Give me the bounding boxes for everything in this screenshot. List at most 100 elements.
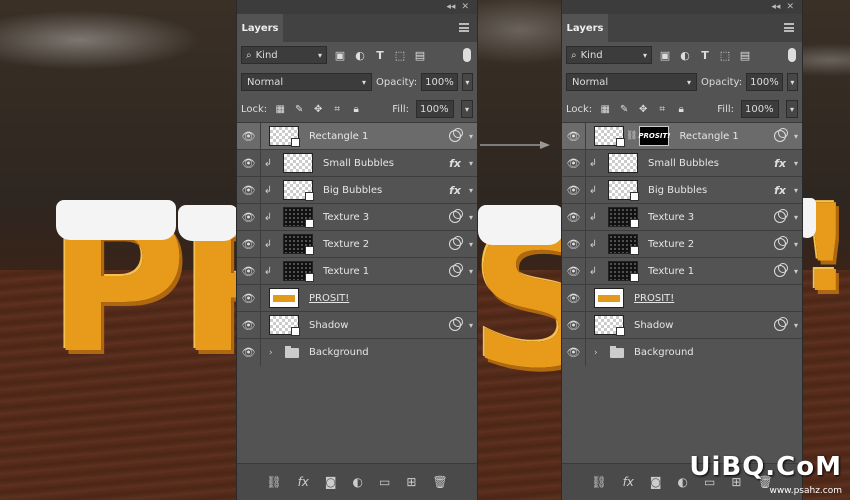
smart-filter-icon[interactable] [774,317,788,331]
blend-mode-select[interactable]: Normal ▾ [241,73,372,91]
expand-caret-icon[interactable]: ▾ [469,267,473,276]
layer-row-texture-3[interactable]: 👁︎ ↲ Texture 3 ▾ [237,203,477,231]
expand-caret-icon[interactable]: ▾ [794,159,798,168]
adjustment-filter-icon[interactable]: ◐ [353,48,367,62]
layer-name[interactable]: Background [309,347,369,358]
fx-icon[interactable]: fx [449,184,461,197]
collapse-icon[interactable]: ◂◂ [771,2,780,12]
smart-filter-icon[interactable] [774,209,788,223]
layer-name[interactable]: Shadow [309,320,348,331]
visibility-eye-icon[interactable]: 👁︎ [562,230,586,258]
layer-row-small-bubbles[interactable]: 👁︎ ↲ Small Bubbles fx ▾ [562,149,802,177]
layer-style-fx-icon[interactable]: fx [298,475,309,489]
layer-name[interactable]: Texture 1 [323,266,369,277]
smart-object-filter-icon[interactable]: ▤ [413,48,427,62]
opacity-input[interactable]: 100% [746,73,783,91]
layer-name[interactable]: Small Bubbles [648,158,719,169]
mask-link-icon[interactable]: ⛓︎ [626,131,637,141]
visibility-eye-icon[interactable]: 👁︎ [562,122,586,150]
layer-row-prosit[interactable]: 👁︎ PROSIT! [562,284,802,312]
layer-name[interactable]: Small Bubbles [323,158,394,169]
smart-object-filter-icon[interactable]: ▤ [738,48,752,62]
layer-name[interactable]: PROSIT! [634,293,674,304]
layer-row-rectangle-1[interactable]: 👁︎ ⛓︎ PROSIT! Rectangle 1 ▾ [562,122,802,150]
filter-toggle[interactable] [463,48,471,62]
expand-caret-icon[interactable]: ▾ [469,132,473,141]
layer-name[interactable]: Rectangle 1 [309,131,368,142]
new-group-icon[interactable]: ▭ [379,475,390,489]
lock-artboard-icon[interactable]: ⌗ [656,103,668,115]
smart-filter-icon[interactable] [449,263,463,277]
lock-paint-icon[interactable]: ✎ [618,103,630,115]
smart-filter-icon[interactable] [449,209,463,223]
filter-toggle[interactable] [788,48,796,62]
adjustment-layer-icon[interactable]: ◐ [678,475,688,489]
tab-layers[interactable]: Layers [237,14,283,42]
close-icon[interactable]: ✕ [786,2,794,12]
opacity-dropdown-icon[interactable]: ▾ [786,73,798,91]
layer-row-big-bubbles[interactable]: 👁︎ ↲ Big Bubbles fx ▾ [562,176,802,204]
layer-row-shadow[interactable]: 👁︎ Shadow ▾ [562,311,802,339]
layer-name[interactable]: Texture 2 [648,239,694,250]
smart-filter-icon[interactable] [774,236,788,250]
delete-layer-icon[interactable]: 🗑︎ [432,475,447,489]
layer-row-texture-1[interactable]: 👁︎ ↲ Texture 1 ▾ [237,257,477,285]
expand-caret-icon[interactable]: ▾ [794,267,798,276]
layer-name[interactable]: Texture 1 [648,266,694,277]
collapse-icon[interactable]: ◂◂ [446,2,455,12]
shape-filter-icon[interactable]: ⬚ [718,48,732,62]
layer-name[interactable]: Texture 2 [323,239,369,250]
visibility-eye-icon[interactable]: 👁︎ [237,311,261,339]
smart-filter-icon[interactable] [449,236,463,250]
add-mask-icon[interactable]: ◙ [325,475,337,489]
expand-caret-icon[interactable]: ▾ [794,240,798,249]
expand-caret-icon[interactable]: ▾ [469,213,473,222]
expand-caret-icon[interactable]: ▾ [469,186,473,195]
group-expand-icon[interactable]: › [594,348,604,358]
expand-caret-icon[interactable]: ▾ [794,132,798,141]
layer-name[interactable]: Big Bubbles [323,185,382,196]
panel-menu-icon[interactable] [784,23,794,32]
visibility-eye-icon[interactable]: 👁︎ [237,176,261,204]
fill-input[interactable]: 100% [416,100,454,118]
fill-input[interactable]: 100% [741,100,779,118]
visibility-eye-icon[interactable]: 👁︎ [237,203,261,231]
fill-dropdown-icon[interactable]: ▾ [461,100,473,118]
layer-row-texture-2[interactable]: 👁︎ ↲ Texture 2 ▾ [562,230,802,258]
tab-layers[interactable]: Layers [562,14,608,42]
layer-name[interactable]: Background [634,347,694,358]
layer-row-shadow[interactable]: 👁︎ Shadow ▾ [237,311,477,339]
link-layers-icon[interactable]: ⛓︎ [266,475,281,489]
shape-filter-icon[interactable]: ⬚ [393,48,407,62]
fx-icon[interactable]: fx [449,157,461,170]
layer-row-background-group[interactable]: 👁︎ › Background [237,339,477,366]
layer-name[interactable]: Big Bubbles [648,185,707,196]
visibility-eye-icon[interactable]: 👁︎ [562,339,586,366]
smart-filter-icon[interactable] [774,263,788,277]
group-expand-icon[interactable]: › [269,348,279,358]
type-filter-icon[interactable]: T [698,48,712,62]
lock-all-icon[interactable]: 🔒︎ [675,103,687,115]
layer-name[interactable]: Texture 3 [323,212,369,223]
visibility-eye-icon[interactable]: 👁︎ [562,176,586,204]
lock-move-icon[interactable]: ✥ [637,103,649,115]
expand-caret-icon[interactable]: ▾ [469,240,473,249]
lock-artboard-icon[interactable]: ⌗ [331,103,343,115]
visibility-eye-icon[interactable]: 👁︎ [237,339,261,366]
visibility-eye-icon[interactable]: 👁︎ [562,311,586,339]
expand-caret-icon[interactable]: ▾ [794,213,798,222]
filter-kind-select[interactable]: ⌕ Kind ▾ [241,46,327,64]
layer-name[interactable]: Rectangle 1 [679,131,738,142]
pixel-filter-icon[interactable]: ▣ [658,48,672,62]
layer-name[interactable]: Texture 3 [648,212,694,223]
smart-filter-icon[interactable] [774,128,788,142]
fill-dropdown-icon[interactable]: ▾ [786,100,798,118]
layer-row-big-bubbles[interactable]: 👁︎ ↲ Big Bubbles fx ▾ [237,176,477,204]
opacity-input[interactable]: 100% [421,73,458,91]
layer-mask-thumbnail[interactable]: PROSIT! [638,126,670,146]
adjustment-filter-icon[interactable]: ◐ [678,48,692,62]
opacity-dropdown-icon[interactable]: ▾ [461,73,473,91]
expand-caret-icon[interactable]: ▾ [794,321,798,330]
smart-filter-icon[interactable] [449,128,463,142]
lock-transparent-icon[interactable]: ▦ [274,103,286,115]
